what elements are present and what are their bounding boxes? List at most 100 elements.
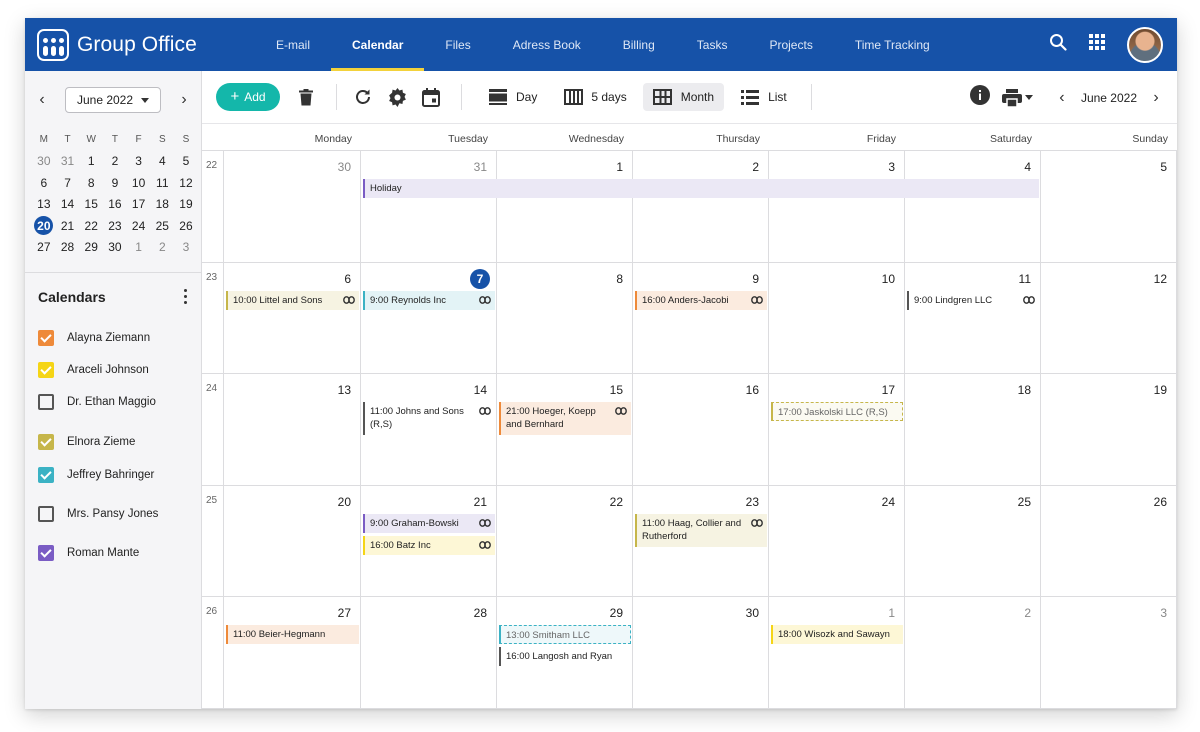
search-icon[interactable] <box>1049 33 1067 56</box>
day-cell[interactable]: 27 <box>224 597 361 708</box>
mini-day[interactable]: 27 <box>32 240 56 254</box>
calendar-event[interactable]: 18:00 Wisozk and Sawayn <box>771 625 903 645</box>
mini-day[interactable]: 29 <box>79 240 103 254</box>
day-cell[interactable]: 3 <box>769 151 905 262</box>
refresh-icon[interactable] <box>353 87 373 107</box>
day-cell[interactable]: 7 <box>361 262 497 374</box>
checkbox-checked-icon[interactable] <box>38 330 54 346</box>
day-cell[interactable]: 30 <box>633 597 769 708</box>
mini-day[interactable]: 20 <box>32 216 56 236</box>
day-cell[interactable]: 2 <box>905 597 1041 708</box>
view-day-button[interactable]: Day <box>478 83 547 111</box>
day-cell[interactable]: 16 <box>633 374 769 485</box>
day-cell[interactable]: 8 <box>497 262 633 374</box>
add-button[interactable]: + Add <box>216 83 280 111</box>
trash-icon[interactable] <box>296 87 316 107</box>
calendar-event[interactable]: 17:00 Jaskolski LLC (R,S) <box>771 402 903 422</box>
day-cell[interactable]: 31 <box>361 151 497 262</box>
day-cell[interactable]: 9 <box>633 262 769 374</box>
chevron-right-icon[interactable]: › <box>177 91 191 109</box>
mini-day[interactable]: 2 <box>103 154 127 168</box>
checkbox-checked-icon[interactable] <box>38 545 54 561</box>
day-cell[interactable]: 30 <box>224 151 361 262</box>
day-cell[interactable]: 12 <box>1041 262 1177 374</box>
calendar-today-icon[interactable] <box>421 87 441 107</box>
day-cell[interactable]: 5 <box>1041 151 1177 262</box>
mini-day[interactable]: 12 <box>174 176 198 190</box>
mini-day[interactable]: 3 <box>127 154 151 168</box>
chevron-right-icon[interactable]: › <box>1149 89 1163 107</box>
gear-icon[interactable] <box>387 87 407 107</box>
mini-day[interactable]: 25 <box>150 219 174 233</box>
mini-day[interactable]: 17 <box>127 197 151 211</box>
calendar-item[interactable]: Dr. Ethan Maggio <box>38 394 156 410</box>
view-5-days-button[interactable]: 5 days <box>553 83 636 111</box>
mini-day[interactable]: 18 <box>150 197 174 211</box>
apps-grid-icon[interactable] <box>1089 34 1105 55</box>
calendar-event[interactable]: 11:00 Johns and Sons (R,S) <box>363 402 495 436</box>
day-cell[interactable]: 1 <box>769 597 905 708</box>
calendar-event[interactable]: 9:00 Reynolds Inc <box>363 290 495 310</box>
day-cell[interactable]: 11 <box>905 262 1041 374</box>
nav-tab-projects[interactable]: Projects <box>748 18 833 71</box>
checkbox-checked-icon[interactable] <box>38 434 54 450</box>
calendar-item[interactable]: Araceli Johnson <box>38 362 149 378</box>
calendar-event[interactable]: 11:00 Beier-Hegmann <box>226 625 359 645</box>
mini-day[interactable]: 6 <box>32 176 56 190</box>
calendar-event[interactable]: 10:00 Littel and Sons <box>226 290 359 310</box>
chevron-left-icon[interactable]: ‹ <box>1055 89 1069 107</box>
day-cell[interactable]: 24 <box>769 485 905 597</box>
calendar-event[interactable]: 16:00 Anders-Jacobi <box>635 290 767 310</box>
day-cell[interactable]: 1 <box>497 151 633 262</box>
day-cell[interactable]: 22 <box>497 485 633 597</box>
checkbox-empty-icon[interactable] <box>38 506 54 522</box>
calendar-item[interactable]: Elnora Zieme <box>38 434 135 450</box>
mini-day[interactable]: 8 <box>79 176 103 190</box>
month-select[interactable]: June 2022 <box>65 87 161 113</box>
mini-day[interactable]: 10 <box>127 176 151 190</box>
mini-day[interactable]: 19 <box>174 197 198 211</box>
calendar-event[interactable]: 16:00 Langosh and Ryan <box>499 647 631 667</box>
calendar-event[interactable]: 11:00 Haag, Collier and Rutherford <box>635 513 767 547</box>
day-cell[interactable]: 6 <box>224 262 361 374</box>
nav-tab-time-tracking[interactable]: Time Tracking <box>834 18 951 71</box>
mini-day[interactable]: 4 <box>150 154 174 168</box>
mini-day[interactable]: 28 <box>56 240 80 254</box>
nav-tab-tasks[interactable]: Tasks <box>676 18 749 71</box>
day-cell[interactable]: 17 <box>769 374 905 485</box>
day-cell[interactable]: 3 <box>1041 597 1177 708</box>
day-cell[interactable]: 20 <box>224 485 361 597</box>
info-icon[interactable] <box>969 85 990 110</box>
mini-day[interactable]: 30 <box>103 240 127 254</box>
calendar-item[interactable]: Alayna Ziemann <box>38 330 150 346</box>
nav-tab-files[interactable]: Files <box>424 18 491 71</box>
mini-day[interactable]: 15 <box>79 197 103 211</box>
mini-day[interactable]: 26 <box>174 219 198 233</box>
calendar-event[interactable]: 16:00 Batz Inc <box>363 535 495 555</box>
day-cell[interactable]: 4 <box>905 151 1041 262</box>
mini-day[interactable]: 1 <box>79 154 103 168</box>
calendar-event[interactable]: 21:00 Hoeger, Koepp and Bernhard <box>499 402 631 436</box>
calendar-item[interactable]: Roman Mante <box>38 545 139 561</box>
mini-day[interactable]: 9 <box>103 176 127 190</box>
mini-day[interactable]: 1 <box>127 240 151 254</box>
view-month-button[interactable]: Month <box>642 83 725 111</box>
user-avatar[interactable] <box>1127 26 1163 63</box>
mini-day[interactable]: 30 <box>32 154 56 168</box>
print-icon[interactable] <box>1001 88 1033 107</box>
mini-day[interactable]: 11 <box>150 176 174 190</box>
nav-tab-calendar[interactable]: Calendar <box>331 18 425 71</box>
nav-tab-adress-book[interactable]: Adress Book <box>492 18 602 71</box>
mini-day[interactable]: 5 <box>174 154 198 168</box>
mini-day[interactable]: 13 <box>32 197 56 211</box>
mini-day[interactable]: 31 <box>56 154 80 168</box>
nav-tab-e-mail[interactable]: E-mail <box>255 18 331 71</box>
day-cell[interactable]: 19 <box>1041 374 1177 485</box>
day-cell[interactable]: 10 <box>769 262 905 374</box>
mini-day[interactable]: 2 <box>150 240 174 254</box>
mini-day[interactable]: 21 <box>56 219 80 233</box>
checkbox-checked-icon[interactable] <box>38 362 54 378</box>
mini-day[interactable]: 23 <box>103 219 127 233</box>
day-cell[interactable]: 28 <box>361 597 497 708</box>
calendar-event[interactable]: 9:00 Graham-Bowski <box>363 513 495 533</box>
